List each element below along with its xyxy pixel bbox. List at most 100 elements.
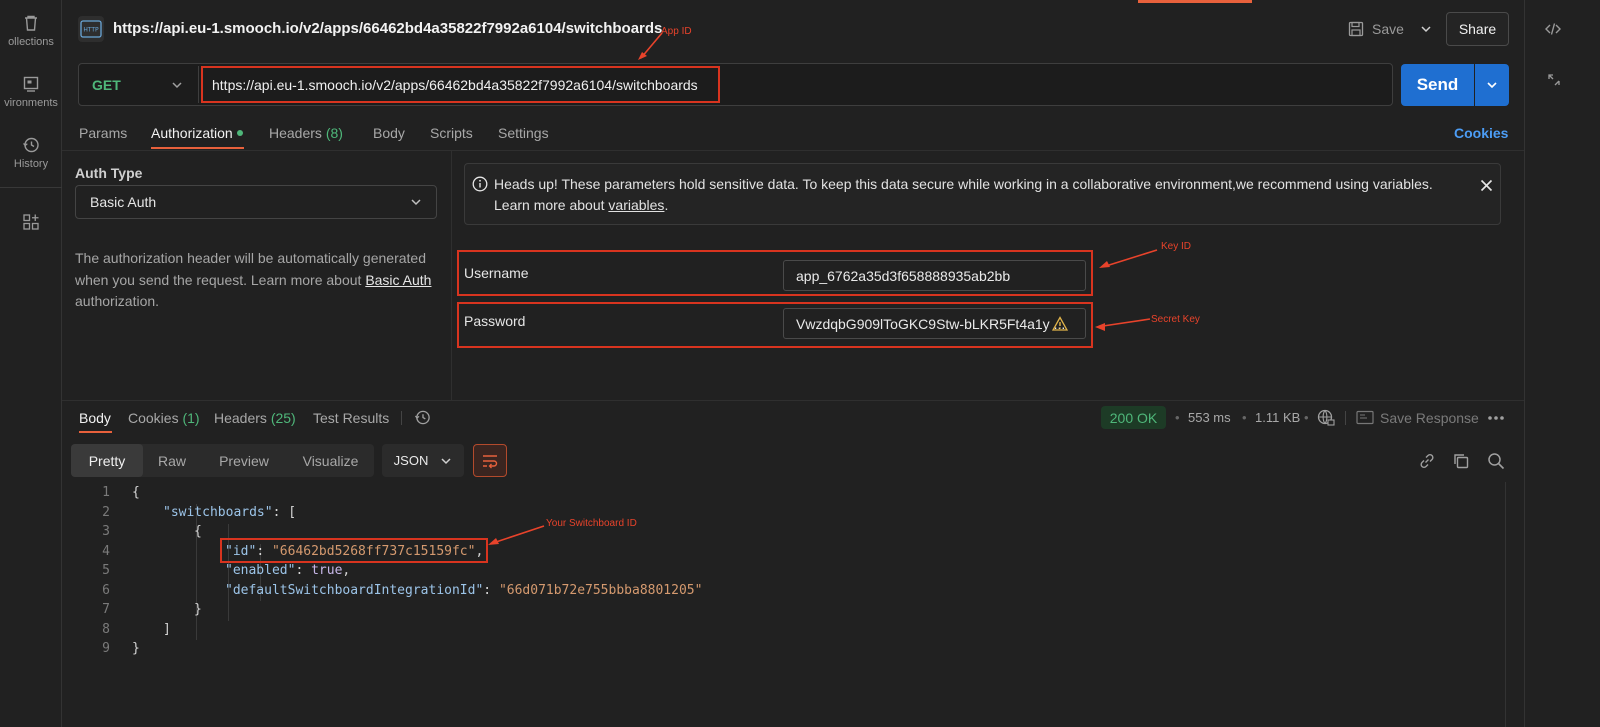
meta-separator: • xyxy=(1242,410,1247,425)
copy-icon[interactable] xyxy=(1452,452,1470,470)
section-border xyxy=(62,150,1524,151)
left-sidebar: ollections vironments History xyxy=(0,0,62,727)
tab-divider xyxy=(401,411,402,425)
line-number: 3 xyxy=(102,524,110,539)
tab-scripts[interactable]: Scripts xyxy=(430,125,473,141)
status-badge: 200 OK xyxy=(1101,406,1166,429)
chevron-down-icon xyxy=(411,199,421,206)
line-number: 8 xyxy=(102,621,110,637)
annotation-arrow xyxy=(1095,318,1151,331)
chevron-down-icon[interactable] xyxy=(1420,23,1432,35)
code-line: 9 } xyxy=(62,638,1502,658)
sidebar-item-collections[interactable]: ollections xyxy=(0,14,62,48)
switchboard-id-highlight-box xyxy=(220,538,488,563)
format-select[interactable]: JSON xyxy=(382,444,464,477)
wrap-lines-button[interactable] xyxy=(473,444,507,477)
key-id-annotation: Key ID xyxy=(1161,241,1192,252)
response-tab-underline xyxy=(79,431,112,433)
response-body-code[interactable]: 1 { 2 "switchboards": [ 3 { 4 "id": "664… xyxy=(62,482,1524,727)
line-number: 5 xyxy=(102,563,110,578)
active-tab-accent xyxy=(1138,0,1252,3)
sidebar-item-configure[interactable] xyxy=(0,213,62,235)
code-icon[interactable] xyxy=(1544,20,1562,38)
json-value: "66d071b72e755bbba8801205" xyxy=(498,582,703,598)
view-mode-pretty[interactable]: Pretty xyxy=(71,444,143,477)
code-text: , xyxy=(342,563,351,578)
code-line: 6 "defaultSwitchboardIntegrationId": "66… xyxy=(62,580,1502,600)
view-mode-preview[interactable]: Preview xyxy=(201,444,287,477)
tab-authorization-label: Authorization xyxy=(151,125,233,141)
auth-description: The authorization header will be automat… xyxy=(75,248,437,313)
save-response-button[interactable]: Save Response xyxy=(1380,410,1479,426)
auth-type-select[interactable]: Basic Auth xyxy=(75,185,437,219)
related-icon[interactable] xyxy=(1546,72,1562,88)
tab-underline xyxy=(151,147,244,149)
send-button[interactable]: Send xyxy=(1401,64,1474,106)
method-select[interactable]: GET xyxy=(80,65,198,104)
close-icon[interactable] xyxy=(1480,179,1493,192)
response-border xyxy=(62,400,1524,401)
json-key: "switchboards" xyxy=(163,504,273,520)
line-number: 6 xyxy=(102,582,110,598)
basic-auth-link[interactable]: Basic Auth xyxy=(365,272,431,288)
request-title: https://api.eu-1.smooch.io/v2/apps/66462… xyxy=(113,20,663,37)
variables-link[interactable]: variables xyxy=(608,197,664,213)
tab-params[interactable]: Params xyxy=(79,125,127,141)
code-line: 2 "switchboards": [ xyxy=(62,502,1502,522)
code-text: : xyxy=(483,582,499,598)
history-icon xyxy=(23,137,39,153)
right-sidebar xyxy=(1524,0,1600,727)
secret-key-highlight-box xyxy=(457,302,1093,348)
save-response-icon xyxy=(1356,410,1374,425)
more-icon[interactable] xyxy=(1487,415,1505,421)
info-icon xyxy=(472,176,488,192)
tab-headers[interactable]: Headers (8) xyxy=(269,125,343,141)
response-tab-cookies[interactable]: Cookies (1) xyxy=(128,410,200,426)
response-size: 1.11 KB xyxy=(1255,410,1301,425)
tab-body[interactable]: Body xyxy=(373,125,405,141)
response-tab-headers[interactable]: Headers (25) xyxy=(214,410,296,426)
response-tab-headers-label: Headers xyxy=(214,410,267,426)
banner-text: Heads up! These parameters hold sensitiv… xyxy=(494,174,1469,216)
annotation-arrow xyxy=(1099,249,1158,268)
http-icon: HTTP xyxy=(78,16,104,42)
view-mode-raw[interactable]: Raw xyxy=(143,444,201,477)
code-text: ] xyxy=(163,621,171,637)
meta-separator: • xyxy=(1175,410,1180,425)
tab-settings[interactable]: Settings xyxy=(498,125,549,141)
globe-lock-icon[interactable] xyxy=(1317,409,1335,427)
tab-authorization[interactable]: Authorization xyxy=(151,125,243,141)
view-mode-visualize[interactable]: Visualize xyxy=(287,444,374,477)
link-icon[interactable] xyxy=(1418,452,1436,470)
history-icon[interactable] xyxy=(414,409,431,426)
annotation-arrow xyxy=(638,32,663,60)
meta-divider xyxy=(1345,411,1346,425)
share-button[interactable]: Share xyxy=(1446,12,1509,46)
line-number: 7 xyxy=(102,602,110,617)
auth-type-label: Auth Type xyxy=(75,165,143,181)
code-line: 1 { xyxy=(62,482,1502,502)
chevron-down-icon xyxy=(172,81,182,88)
sidebar-item-label: History xyxy=(13,158,49,170)
banner-text-end: . xyxy=(664,197,669,213)
auth-type-value: Basic Auth xyxy=(90,194,157,210)
headers-count: (8) xyxy=(325,125,343,141)
sidebar-item-environments[interactable]: vironments xyxy=(0,75,62,109)
response-tab-test-results[interactable]: Test Results xyxy=(313,410,389,426)
json-key: "defaultSwitchboardIntegrationId" xyxy=(225,582,484,598)
tab-headers-label: Headers xyxy=(269,125,322,141)
code-text: } xyxy=(194,602,202,617)
sidebar-item-history[interactable]: History xyxy=(0,136,62,170)
send-options-button[interactable] xyxy=(1475,64,1509,106)
method-label: GET xyxy=(92,76,121,93)
cookies-count: (1) xyxy=(182,410,200,426)
save-group[interactable]: Save xyxy=(1348,18,1432,40)
environment-icon xyxy=(23,76,39,92)
sidebar-divider xyxy=(0,187,62,188)
search-icon[interactable] xyxy=(1487,452,1505,470)
cookies-link[interactable]: Cookies xyxy=(1454,125,1508,141)
save-button[interactable]: Save xyxy=(1372,21,1404,37)
response-tab-body[interactable]: Body xyxy=(79,410,111,426)
scrollbar-track[interactable] xyxy=(1505,482,1506,727)
response-time: 553 ms xyxy=(1188,410,1231,425)
